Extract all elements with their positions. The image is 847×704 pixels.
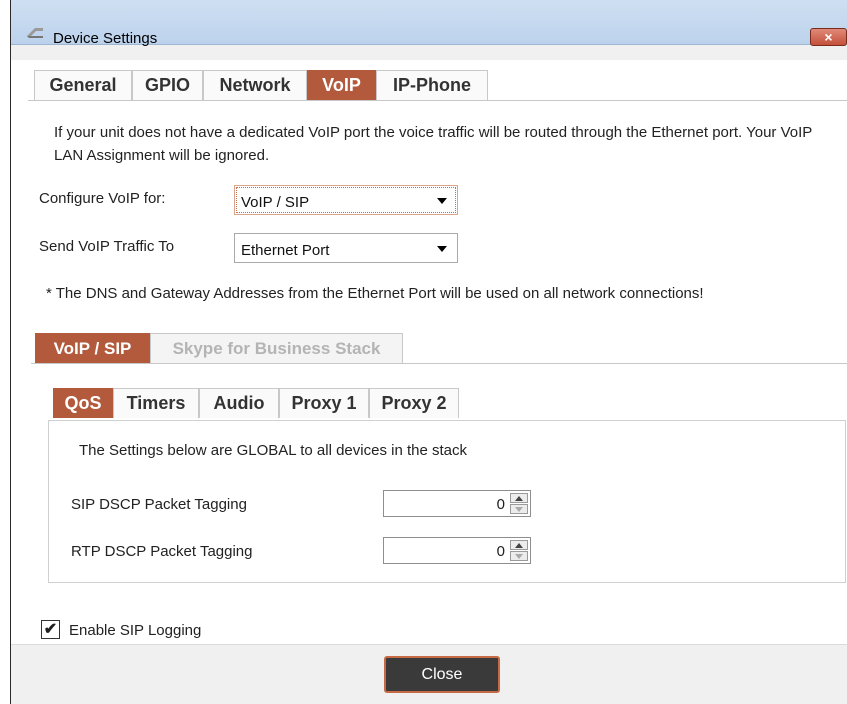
tab-divider: [28, 100, 847, 101]
increment-arrow-icon[interactable]: [510, 493, 528, 503]
send-traffic-label: Send VoIP Traffic To: [39, 238, 175, 255]
device-settings-window: Device Settings × General GPIO Network V…: [10, 0, 847, 704]
sub-tab-divider: [31, 363, 847, 364]
chevron-down-icon: [437, 246, 447, 252]
decrement-arrow-icon[interactable]: [510, 551, 528, 561]
sip-dscp-value: 0: [496, 496, 505, 513]
sip-dscp-label: SIP DSCP Packet Tagging: [71, 496, 247, 513]
tab-voip-sip[interactable]: VoIP / SIP: [35, 333, 150, 363]
close-button[interactable]: Close: [384, 656, 500, 693]
tab-network[interactable]: Network: [203, 70, 307, 100]
rtp-dscp-label: RTP DSCP Packet Tagging: [71, 543, 253, 560]
info-text: If your unit does not have a dedicated V…: [54, 124, 813, 164]
rtp-dscp-value: 0: [496, 543, 505, 560]
tab-timers[interactable]: Timers: [113, 388, 199, 418]
tab-gpio[interactable]: GPIO: [132, 70, 203, 100]
configure-voip-label: Configure VoIP for:: [39, 190, 166, 207]
send-traffic-value: Ethernet Port: [241, 242, 330, 259]
window-close-icon[interactable]: ×: [810, 28, 847, 46]
tab-ip-phone[interactable]: IP-Phone: [376, 70, 488, 100]
tab-proxy-1[interactable]: Proxy 1: [279, 388, 369, 418]
tab-audio[interactable]: Audio: [199, 388, 279, 418]
send-traffic-select[interactable]: Ethernet Port: [234, 233, 458, 263]
app-icon: [27, 28, 43, 38]
tab-qos[interactable]: QoS: [53, 388, 113, 418]
rtp-dscp-stepper[interactable]: 0: [383, 537, 531, 564]
global-settings-heading: The Settings below are GLOBAL to all dev…: [79, 442, 467, 459]
increment-arrow-icon[interactable]: [510, 540, 528, 550]
title-bar: Device Settings ×: [11, 0, 847, 47]
sip-dscp-stepper[interactable]: 0: [383, 490, 531, 517]
window-title: Device Settings: [53, 30, 158, 47]
chevron-down-icon: [437, 198, 447, 204]
checkmark-icon: ✔: [43, 621, 58, 638]
sip-logging-label: Enable SIP Logging: [69, 622, 202, 639]
configure-voip-value: VoIP / SIP: [241, 194, 310, 211]
dns-note: * The DNS and Gateway Addresses from the…: [46, 285, 704, 302]
tab-skype-business: Skype for Business Stack: [150, 333, 403, 363]
configure-voip-select[interactable]: VoIP / SIP: [234, 185, 458, 215]
tab-general[interactable]: General: [34, 70, 132, 100]
sip-logging-checkbox[interactable]: ✔: [41, 620, 60, 639]
tab-voip[interactable]: VoIP: [307, 70, 376, 100]
decrement-arrow-icon[interactable]: [510, 504, 528, 514]
footer-divider: [11, 644, 847, 645]
tab-proxy-2[interactable]: Proxy 2: [369, 388, 459, 418]
